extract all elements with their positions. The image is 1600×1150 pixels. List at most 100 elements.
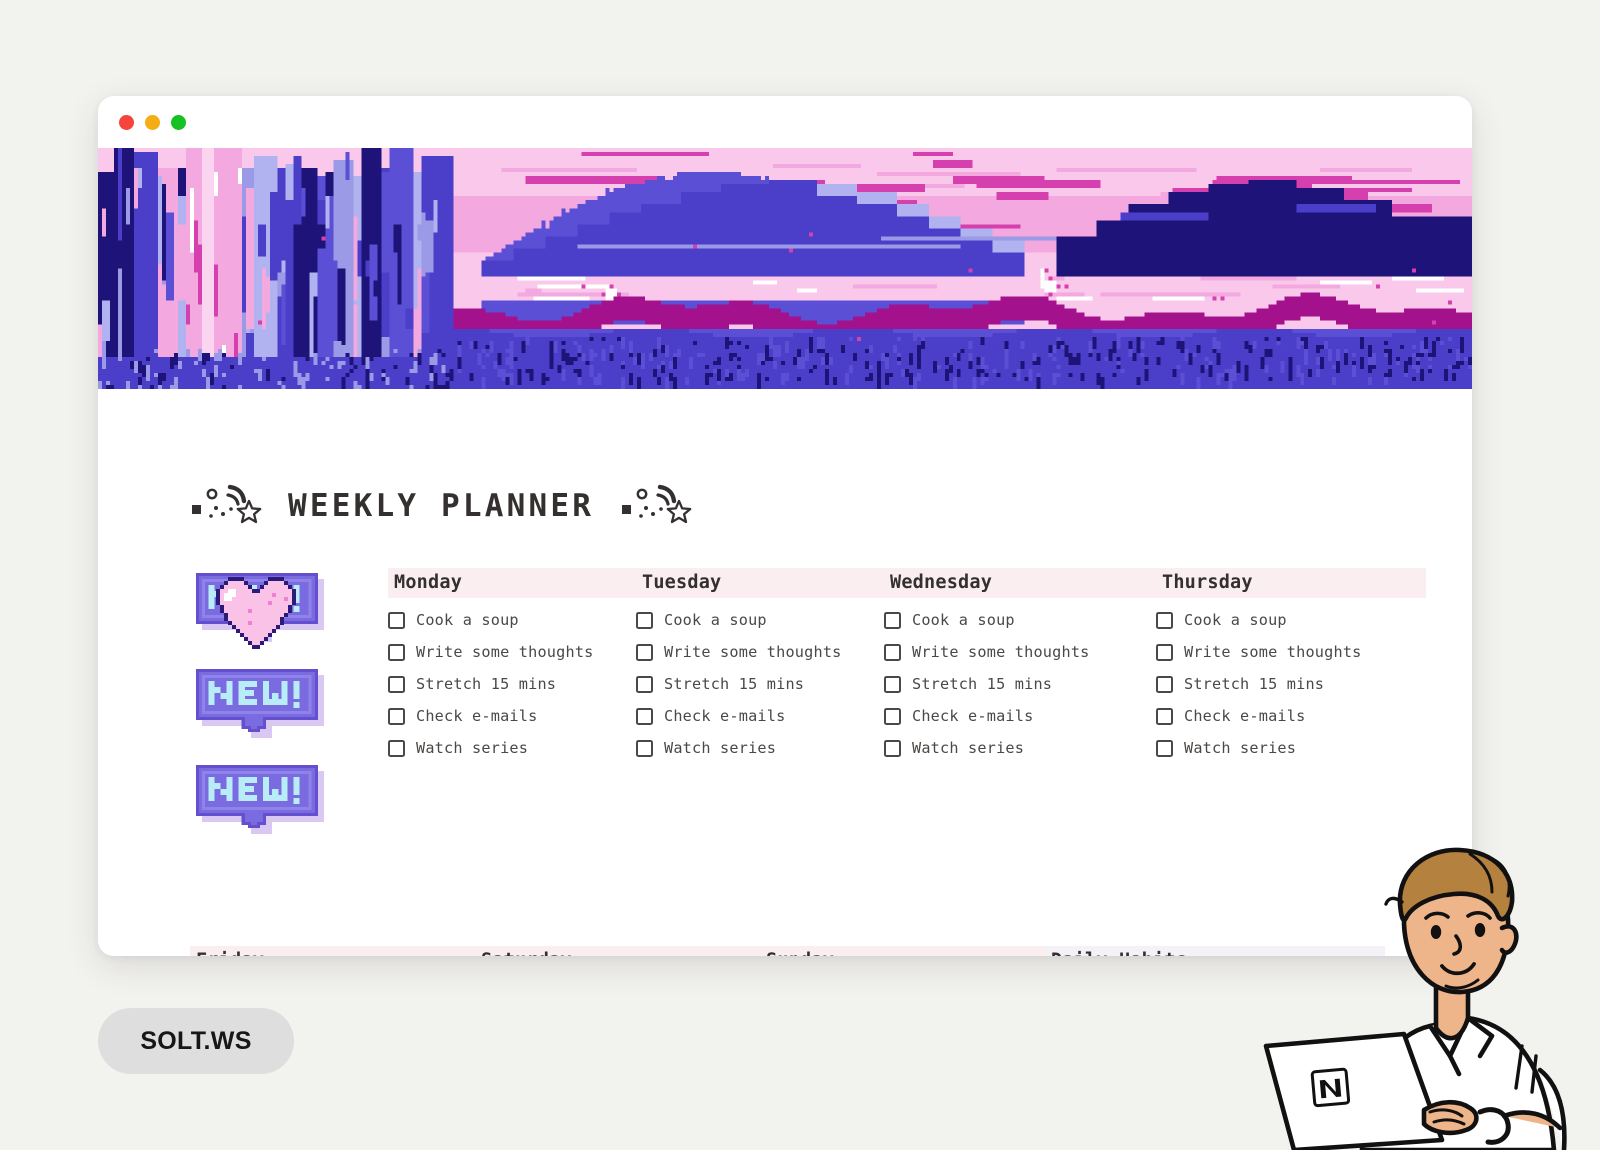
task-row[interactable]: Stretch 15 mins bbox=[636, 673, 884, 696]
task-checkbox[interactable] bbox=[388, 708, 405, 726]
task-label: Stretch 15 mins bbox=[912, 675, 1053, 694]
task-checkbox[interactable] bbox=[1156, 676, 1173, 694]
task-label: Stretch 15 mins bbox=[1184, 675, 1325, 694]
task-checkbox[interactable] bbox=[1156, 644, 1173, 662]
task-row[interactable]: Cook a soup bbox=[388, 609, 636, 632]
day-column-monday: Monday Cook a soup Write some thoughts S… bbox=[388, 568, 636, 840]
task-checkbox[interactable] bbox=[636, 740, 653, 758]
new-badge-2 bbox=[190, 666, 330, 744]
task-checkbox[interactable] bbox=[1156, 740, 1173, 758]
day-column-friday: Friday Cook a soup bbox=[190, 946, 475, 956]
task-row[interactable]: Write some thoughts bbox=[1156, 641, 1426, 664]
day-column-tuesday: Tuesday Cook a soup Write some thoughts … bbox=[636, 568, 884, 840]
task-label: Check e-mails bbox=[1184, 707, 1306, 726]
day-column-wednesday: Wednesday Cook a soup Write some thought… bbox=[884, 568, 1156, 840]
week-grid-bottom: Friday Cook a soup Saturday Cook a soup … bbox=[98, 840, 1472, 956]
task-label: Watch series bbox=[416, 739, 529, 758]
day-header-daily-habits: Daily Habits bbox=[1045, 946, 1385, 956]
new-badge-3 bbox=[190, 762, 330, 840]
task-checkbox[interactable] bbox=[884, 676, 901, 694]
task-row[interactable]: Write some thoughts bbox=[884, 641, 1156, 664]
task-list-thursday: Cook a soup Write some thoughts Stretch … bbox=[1156, 609, 1426, 760]
page-title: WEEKLY PLANNER bbox=[288, 487, 595, 524]
task-label: Stretch 15 mins bbox=[416, 675, 557, 694]
task-row[interactable]: Stretch 15 mins bbox=[388, 673, 636, 696]
task-checkbox[interactable] bbox=[1156, 612, 1173, 629]
task-label: Check e-mails bbox=[664, 707, 786, 726]
task-label: Cook a soup bbox=[664, 611, 767, 629]
page-title-row: WEEKLY PLANNER bbox=[98, 389, 1472, 530]
notion-n-logo bbox=[1310, 1067, 1351, 1108]
day-header-saturday: Saturday bbox=[475, 946, 760, 956]
task-row[interactable]: Stretch 15 mins bbox=[884, 673, 1156, 696]
sparkle-decoration-right-icon bbox=[620, 481, 692, 530]
minimize-window-button[interactable] bbox=[145, 114, 160, 130]
task-label: Watch series bbox=[664, 739, 777, 758]
week-grid-top: Monday Cook a soup Write some thoughts S… bbox=[98, 530, 1472, 840]
sparkle-decoration-left-icon bbox=[190, 481, 262, 530]
pixel-landscape-art bbox=[98, 148, 1472, 389]
task-checkbox[interactable] bbox=[388, 740, 405, 758]
task-row[interactable]: Check e-mails bbox=[884, 705, 1156, 728]
task-list-monday: Cook a soup Write some thoughts Stretch … bbox=[388, 609, 636, 760]
pixel-heart-sticker bbox=[208, 569, 304, 665]
close-window-button[interactable] bbox=[119, 114, 134, 130]
app-window: WEEKLY PLANNER Monday Cook a soup Write … bbox=[98, 96, 1472, 956]
page-cover-banner bbox=[98, 148, 1472, 389]
task-row[interactable]: Watch series bbox=[1156, 737, 1426, 760]
task-checkbox[interactable] bbox=[884, 612, 901, 629]
task-label: Write some thoughts bbox=[416, 643, 594, 662]
task-row[interactable]: Cook a soup bbox=[1156, 609, 1426, 632]
day-column-daily-habits: Daily Habits Drink bbox=[1045, 946, 1385, 956]
day-header-tuesday: Tuesday bbox=[636, 568, 884, 598]
day-column-saturday: Saturday Cook a soup bbox=[475, 946, 760, 956]
task-row[interactable]: Cook a soup bbox=[884, 609, 1156, 632]
task-checkbox[interactable] bbox=[388, 676, 405, 694]
task-checkbox[interactable] bbox=[1156, 708, 1173, 726]
brand-badge: SOLT.WS bbox=[98, 1008, 294, 1074]
task-row[interactable]: Cook a soup bbox=[636, 609, 884, 632]
task-list-wednesday: Cook a soup Write some thoughts Stretch … bbox=[884, 609, 1156, 760]
day-header-monday: Monday bbox=[388, 568, 636, 598]
day-column-thursday: Thursday Cook a soup Write some thoughts… bbox=[1156, 568, 1426, 840]
task-checkbox[interactable] bbox=[884, 708, 901, 726]
task-label: Write some thoughts bbox=[1184, 643, 1362, 662]
day-header-wednesday: Wednesday bbox=[884, 568, 1156, 598]
page-body: WEEKLY PLANNER Monday Cook a soup Write … bbox=[98, 389, 1472, 956]
task-row[interactable]: Write some thoughts bbox=[388, 641, 636, 664]
task-row[interactable]: Check e-mails bbox=[388, 705, 636, 728]
task-list-tuesday: Cook a soup Write some thoughts Stretch … bbox=[636, 609, 884, 760]
day-header-friday: Friday bbox=[190, 946, 475, 956]
task-label: Cook a soup bbox=[416, 611, 519, 629]
task-checkbox[interactable] bbox=[388, 612, 405, 629]
task-label: Cook a soup bbox=[1184, 611, 1287, 629]
task-row[interactable]: Write some thoughts bbox=[636, 641, 884, 664]
day-header-sunday: Sunday bbox=[760, 946, 1045, 956]
task-label: Write some thoughts bbox=[664, 643, 842, 662]
task-label: Watch series bbox=[1184, 739, 1297, 758]
task-row[interactable]: Stretch 15 mins bbox=[1156, 673, 1426, 696]
task-checkbox[interactable] bbox=[388, 644, 405, 662]
task-row[interactable]: Watch series bbox=[636, 737, 884, 760]
task-checkbox[interactable] bbox=[884, 644, 901, 662]
maximize-window-button[interactable] bbox=[171, 114, 186, 130]
day-header-thursday: Thursday bbox=[1156, 568, 1426, 598]
task-checkbox[interactable] bbox=[636, 644, 653, 662]
task-checkbox[interactable] bbox=[884, 740, 901, 758]
task-checkbox[interactable] bbox=[636, 676, 653, 694]
day-column-sunday: Sunday Cook a soup bbox=[760, 946, 1045, 956]
window-titlebar bbox=[98, 96, 1472, 148]
task-checkbox[interactable] bbox=[636, 612, 653, 629]
task-row[interactable]: Watch series bbox=[884, 737, 1156, 760]
task-label: Check e-mails bbox=[416, 707, 538, 726]
task-row[interactable]: Check e-mails bbox=[636, 705, 884, 728]
task-label: Check e-mails bbox=[912, 707, 1034, 726]
task-label: Write some thoughts bbox=[912, 643, 1090, 662]
brand-label: SOLT.WS bbox=[140, 1026, 252, 1055]
task-label: Watch series bbox=[912, 739, 1025, 758]
task-row[interactable]: Check e-mails bbox=[1156, 705, 1426, 728]
task-label: Stretch 15 mins bbox=[664, 675, 805, 694]
task-row[interactable]: Watch series bbox=[388, 737, 636, 760]
task-label: Cook a soup bbox=[912, 611, 1015, 629]
task-checkbox[interactable] bbox=[636, 708, 653, 726]
